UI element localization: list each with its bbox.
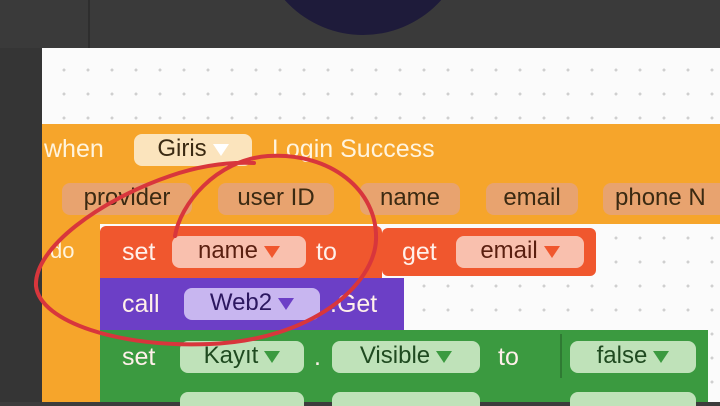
do-label: do [50,238,75,263]
get-label: get [402,238,437,266]
component-name: Giris [157,135,207,162]
get-variable-name: email [480,237,538,264]
web-component-name: Web2 [209,289,273,316]
property-name: Visible [359,342,431,369]
kayit-component-dropdown[interactable]: Kayıt [180,341,304,373]
boolean-value: false [596,342,648,369]
param-user-id[interactable]: user ID [218,183,334,215]
next-block-dropdown [180,392,304,406]
property-dropdown[interactable]: Visible [332,341,480,373]
chevron-down-icon [543,245,560,258]
param-name[interactable]: name [360,183,460,215]
to-label: to [498,343,519,371]
param-phone[interactable]: phone N [603,183,720,215]
kayit-component-name: Kayıt [203,342,259,369]
param-provider[interactable]: provider [62,183,192,215]
call-label: call [122,290,160,318]
next-block-dropdown [570,392,696,406]
chevron-down-icon [264,350,281,363]
get-variable-dropdown[interactable]: email [456,236,584,268]
when-label: when [44,135,104,163]
to-label: to [316,238,337,266]
param-email[interactable]: email [486,183,578,215]
web-component-dropdown[interactable]: Web2 [184,288,320,320]
chevron-down-icon [436,350,453,363]
variable-name: name [197,237,259,264]
left-panel-edge [0,48,42,402]
chevron-down-icon [264,245,281,258]
panel-divider [88,0,90,48]
event-name: Login Success [272,135,435,163]
set-label: set [122,238,156,266]
next-block-dropdown [332,392,480,406]
component-dropdown[interactable]: Giris [134,134,252,166]
method-name: .Get [330,290,378,318]
variable-dropdown[interactable]: name [172,236,306,268]
chevron-down-icon [212,143,229,156]
chevron-down-icon [653,350,670,363]
boolean-dropdown[interactable]: false [570,341,696,373]
chevron-down-icon [278,297,295,310]
set-label: set [122,343,156,371]
dot-separator: . [314,343,321,371]
